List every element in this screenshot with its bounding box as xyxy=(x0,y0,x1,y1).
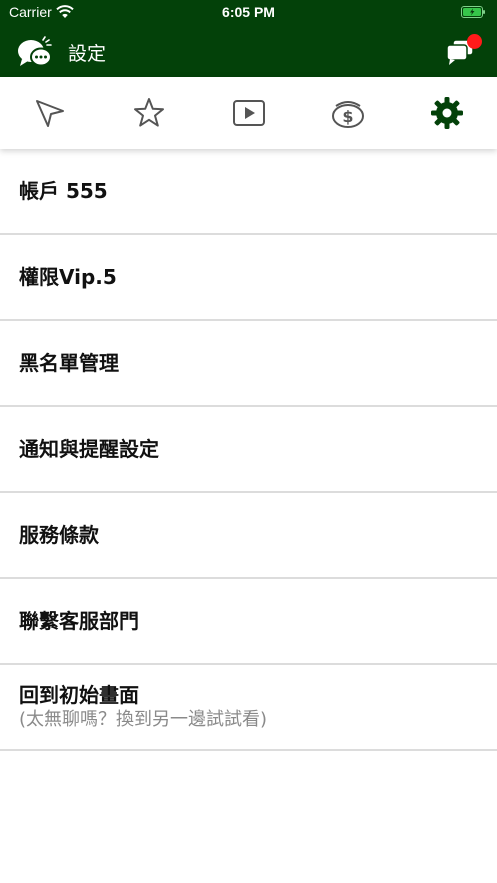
chat-button[interactable] xyxy=(445,32,483,68)
status-time: 6:05 PM xyxy=(222,4,275,20)
settings-list: 帳戶 555 權限Vip.5 黑名單管理 通知與提醒設定 服務條款 聯繫客服部門… xyxy=(0,149,497,751)
menu-item-label: 通知與提醒設定 xyxy=(19,437,159,461)
menu-item-blacklist[interactable]: 黑名單管理 xyxy=(0,321,497,407)
tab-navigation[interactable] xyxy=(0,77,99,149)
menu-item-label: 帳戶 555 xyxy=(19,179,108,203)
navigation-arrow-icon xyxy=(35,100,64,127)
menu-item-back-to-home[interactable]: 回到初始畫面 (太無聊嗎？換到另一邊試試看) xyxy=(0,665,497,751)
tab-favorites[interactable] xyxy=(99,77,198,149)
menu-item-sublabel: (太無聊嗎？換到另一邊試試看) xyxy=(19,709,268,730)
gear-icon xyxy=(431,97,464,129)
battery-icon xyxy=(461,6,485,18)
tab-bar: $ xyxy=(0,77,497,149)
money-wallet-icon: $ xyxy=(331,101,364,128)
menu-item-label: 回到初始畫面 xyxy=(19,683,139,707)
top-bar: Carrier 6:05 PM 設定 xyxy=(0,0,497,77)
play-video-icon xyxy=(232,100,265,126)
tab-videos[interactable] xyxy=(199,77,298,149)
menu-item-label: 權限Vip.5 xyxy=(19,265,117,289)
app-logo-chat-icon xyxy=(18,36,52,67)
app-bar: 設定 xyxy=(0,26,497,77)
menu-item-label: 聯繫客服部門 xyxy=(19,609,139,633)
star-icon xyxy=(134,98,165,127)
notification-badge xyxy=(467,34,482,49)
menu-item-notification-settings[interactable]: 通知與提醒設定 xyxy=(0,407,497,493)
tab-wallet[interactable]: $ xyxy=(298,77,397,149)
status-bar: Carrier 6:05 PM xyxy=(0,0,497,26)
menu-item-label: 服務條款 xyxy=(19,523,99,547)
page-title: 設定 xyxy=(68,43,107,65)
menu-item-contact-support[interactable]: 聯繫客服部門 xyxy=(0,579,497,665)
menu-item-terms-of-service[interactable]: 服務條款 xyxy=(0,493,497,579)
menu-item-account[interactable]: 帳戶 555 xyxy=(0,149,497,235)
svg-text:$: $ xyxy=(342,107,353,126)
menu-item-permission[interactable]: 權限Vip.5 xyxy=(0,235,497,321)
tab-settings[interactable] xyxy=(398,77,497,149)
menu-item-label: 黑名單管理 xyxy=(19,351,119,375)
